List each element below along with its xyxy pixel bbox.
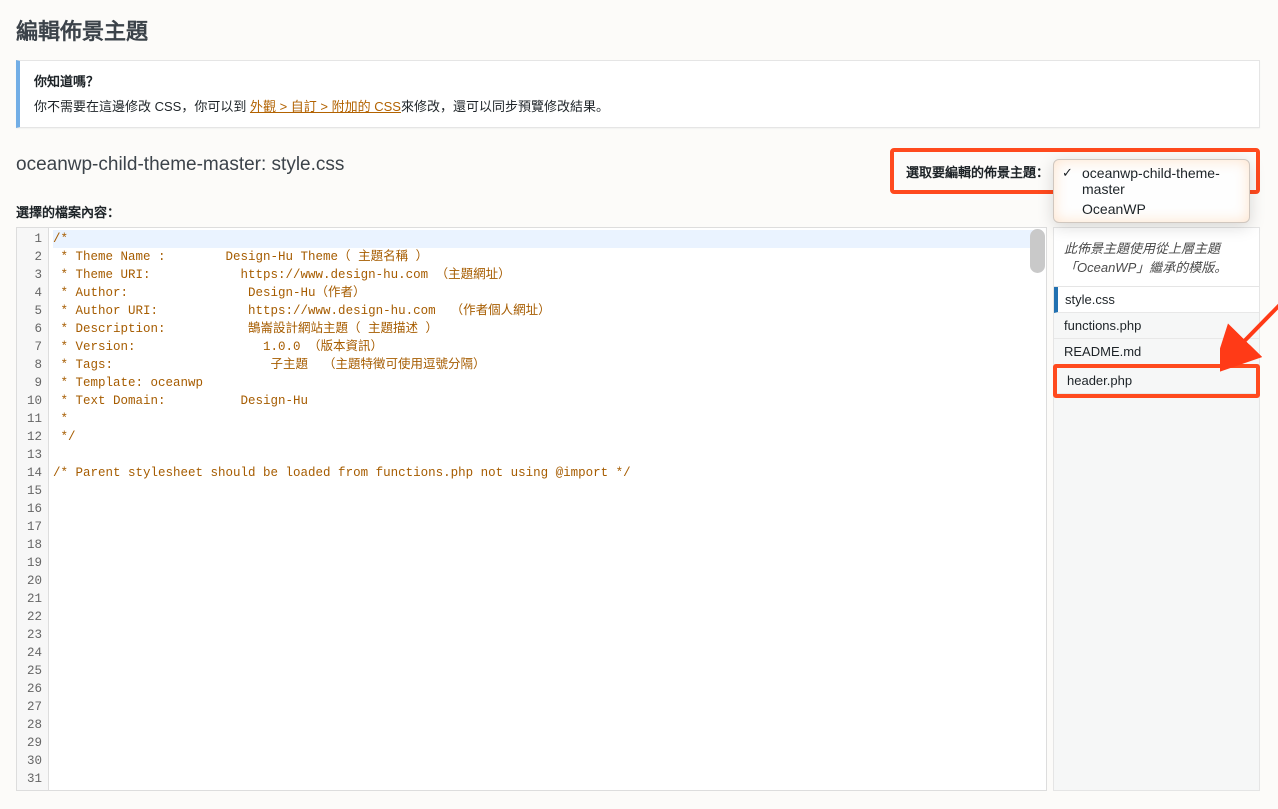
editor-scrollbar[interactable] <box>1030 229 1045 273</box>
theme-select-highlight: 選取要編輯的佈景主題： ✓oceanwp-child-theme-masterO… <box>890 148 1260 194</box>
file-item[interactable]: style.css <box>1054 287 1259 313</box>
file-sidebar: 此佈景主題使用從上層主題「OceanWP」繼承的模版。 style.cssfun… <box>1053 227 1260 791</box>
current-file-title: oceanwp-child-theme-master: style.css <box>16 154 344 176</box>
theme-select-label: 選取要編輯的佈景主題： <box>906 162 1049 181</box>
notice-title: 你知道嗎？ <box>34 71 1247 90</box>
info-notice: 你知道嗎？ 你不需要在這邊修改 CSS，你可以到 外觀 > 自訂 > 附加的 C… <box>16 60 1260 128</box>
notice-link[interactable]: 外觀 > 自訂 > 附加的 CSS <box>250 99 401 114</box>
check-icon: ✓ <box>1062 165 1073 181</box>
file-item[interactable]: functions.php <box>1054 313 1259 339</box>
theme-option[interactable]: OceanWP <box>1054 199 1249 219</box>
file-item[interactable]: header.php <box>1057 368 1256 394</box>
inherit-note: 此佈景主題使用從上層主題「OceanWP」繼承的模版。 <box>1054 228 1259 287</box>
file-item[interactable]: README.md <box>1054 339 1259 365</box>
code-editor[interactable]: 1234567891011121314151617181920212223242… <box>16 227 1047 791</box>
page-title: 編輯佈景主題 <box>16 14 1260 46</box>
theme-option[interactable]: ✓oceanwp-child-theme-master <box>1054 163 1249 199</box>
file-list: style.cssfunctions.phpREADME.md header.ph… <box>1054 287 1259 398</box>
file-item-highlight: header.php <box>1053 364 1260 398</box>
line-number-gutter: 1234567891011121314151617181920212223242… <box>17 228 49 790</box>
code-content[interactable]: /* * Theme Name : Design-Hu Theme（ 主題名稱 … <box>49 228 1046 790</box>
notice-body: 你不需要在這邊修改 CSS，你可以到 外觀 > 自訂 > 附加的 CSS來修改，… <box>34 96 1247 115</box>
